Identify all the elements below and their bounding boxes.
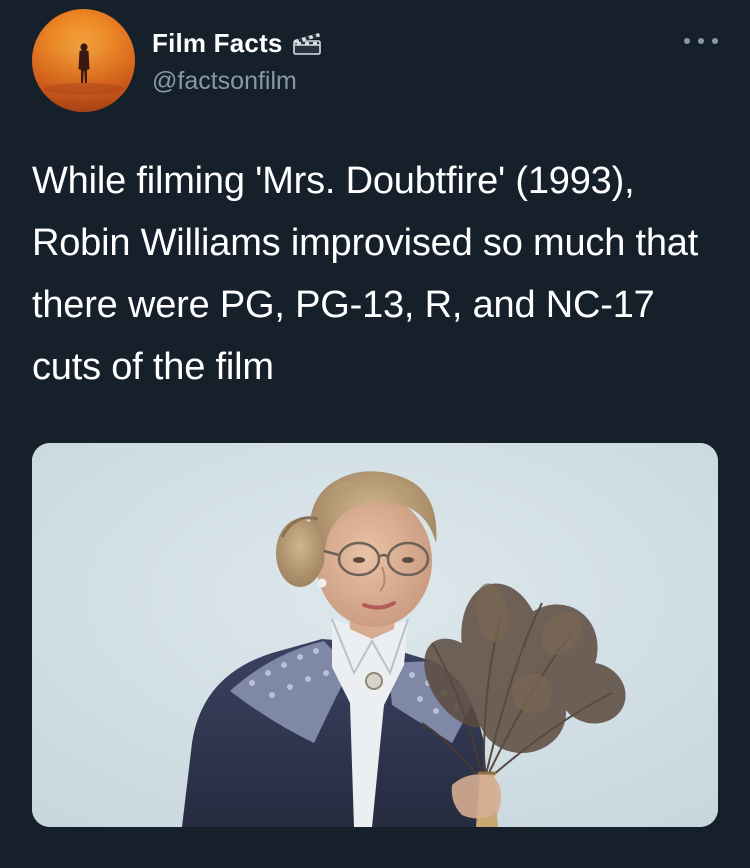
author-handle[interactable]: @factsonfilm <box>152 67 297 96</box>
clapperboard-icon <box>291 29 323 57</box>
tweet-header: Film Facts @factsonfilm <box>32 9 718 112</box>
tweet-media-image[interactable] <box>32 443 718 827</box>
avatar[interactable] <box>32 9 135 112</box>
avatar-image <box>32 9 135 112</box>
tweet-text: While filming 'Mrs. Doubtfire' (1993), R… <box>32 160 699 388</box>
photo-illustration <box>32 443 718 827</box>
more-options-icon[interactable] <box>684 35 718 47</box>
author-name-row: Film Facts <box>152 27 323 59</box>
author-display-name[interactable]: Film Facts <box>152 28 283 59</box>
